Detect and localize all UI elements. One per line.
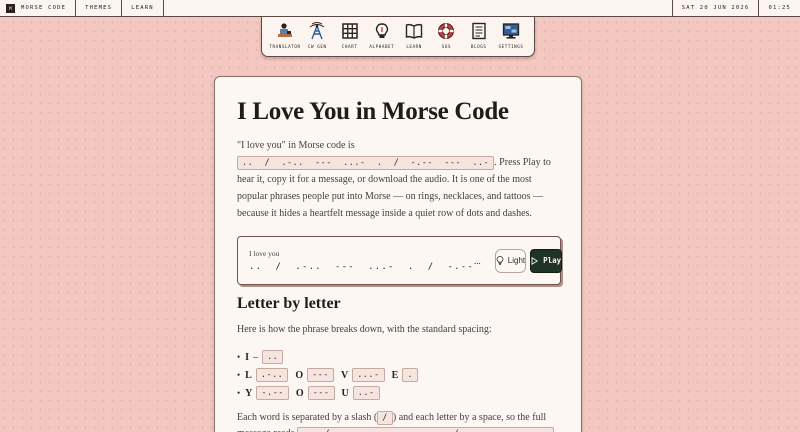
- closing-paragraph: Each word is separated by a slash (/) an…: [237, 410, 559, 432]
- section-heading: Letter by letter: [237, 295, 341, 312]
- letter-pair: Y -.--: [245, 386, 289, 400]
- nav-cw-gen[interactable]: CW Gen: [302, 22, 332, 56]
- nav-translator[interactable]: Translator: [269, 22, 300, 56]
- letter-pair: V ...-: [341, 368, 385, 382]
- list-item: • I – ..: [237, 348, 559, 366]
- list-item: • L .-.. O --- V ...- E .: [237, 366, 559, 384]
- date-display: Sat 20 Jun 2026: [671, 0, 759, 16]
- letter-code: ..-: [352, 386, 380, 400]
- nav-link-learn[interactable]: Learn: [122, 0, 164, 16]
- light-toggle-button[interactable]: Light: [494, 248, 527, 273]
- logo-icon: M: [6, 3, 15, 13]
- letter-code: .-..: [255, 368, 289, 382]
- radio-tower-icon: [309, 22, 325, 40]
- time-display: 01:25: [758, 0, 800, 16]
- nav-link-themes[interactable]: Themes: [76, 0, 123, 16]
- telegraph-operator-icon: [278, 23, 292, 37]
- letter-breakdown-list: • I – .. • L .-.. O --- V ...- E . • Y -…: [237, 348, 559, 402]
- page-title: I Love You in Morse Code: [237, 98, 509, 125]
- intro-paragraph: "I love you" in Morse code is .. / .-.. …: [237, 140, 551, 219]
- player-phrase-label: I love you: [249, 249, 280, 258]
- player-overflow-ellipsis: ...: [474, 255, 481, 266]
- letter-code: .: [402, 368, 418, 382]
- morse-player: I love you .. / .-.. --- ...- . / -.-- .…: [237, 236, 563, 285]
- morse-code-inline: .. / .-.. --- ...- . / -.-- --- ..-: [296, 427, 555, 432]
- nav-blogs[interactable]: Blogs: [464, 22, 494, 56]
- play-button[interactable]: Play: [530, 248, 563, 273]
- letter-code: ---: [307, 386, 335, 400]
- brand-link[interactable]: M Morse code: [0, 0, 77, 16]
- play-icon: [531, 256, 539, 265]
- monitor-icon: [502, 23, 520, 39]
- letter-pair: U ..-: [342, 386, 380, 400]
- letter-code: ---: [307, 368, 334, 382]
- brand-name: Morse code: [21, 5, 67, 11]
- letter-pair: E .: [392, 368, 418, 382]
- lifebuoy-icon: [438, 23, 455, 39]
- letter-pair: I – ..: [245, 350, 284, 364]
- lightbulb-icon: [496, 256, 504, 265]
- list-item: • Y -.-- O --- U ..-: [237, 384, 559, 402]
- letter-pair: L .-..: [245, 368, 289, 382]
- player-morse-code: .. / .-.. --- ...- . / -.--: [249, 262, 475, 272]
- letter-code: ...-: [352, 368, 385, 382]
- top-bar-spacer: [164, 0, 672, 16]
- letter-code: -.--: [256, 386, 289, 400]
- letter-code: ..: [262, 350, 284, 364]
- grid-chart-icon: [341, 23, 358, 39]
- nav-learn[interactable]: Learn: [399, 22, 429, 56]
- section-intro: Here is how the phrase breaks down, with…: [237, 324, 492, 335]
- letter-pair: O ---: [296, 386, 335, 400]
- document-icon: [471, 22, 486, 40]
- top-bar: M Morse code Themes Learn Sat 20 Jun 202…: [0, 0, 800, 17]
- nav-alphabet[interactable]: Alphabet: [367, 22, 397, 56]
- lightbulb-icon: [375, 23, 389, 38]
- slash-code: /: [377, 411, 393, 425]
- nav-sos[interactable]: SOS: [431, 22, 461, 56]
- article-card: I Love You in Morse Code "I love you" in…: [214, 76, 582, 432]
- player-readout: I love you .. / .-.. --- ...- . / -.--: [249, 249, 474, 272]
- nav-chart[interactable]: Chart: [335, 22, 365, 56]
- nav-settings[interactable]: Settings: [496, 22, 526, 56]
- icon-navigation: Translator CW Gen Chart Alphabet Learn: [261, 17, 535, 57]
- morse-code-inline: .. / .-.. --- ...- . / -.-- --- ..-: [237, 156, 495, 170]
- open-book-icon: [405, 24, 423, 39]
- letter-pair: O ---: [295, 368, 334, 382]
